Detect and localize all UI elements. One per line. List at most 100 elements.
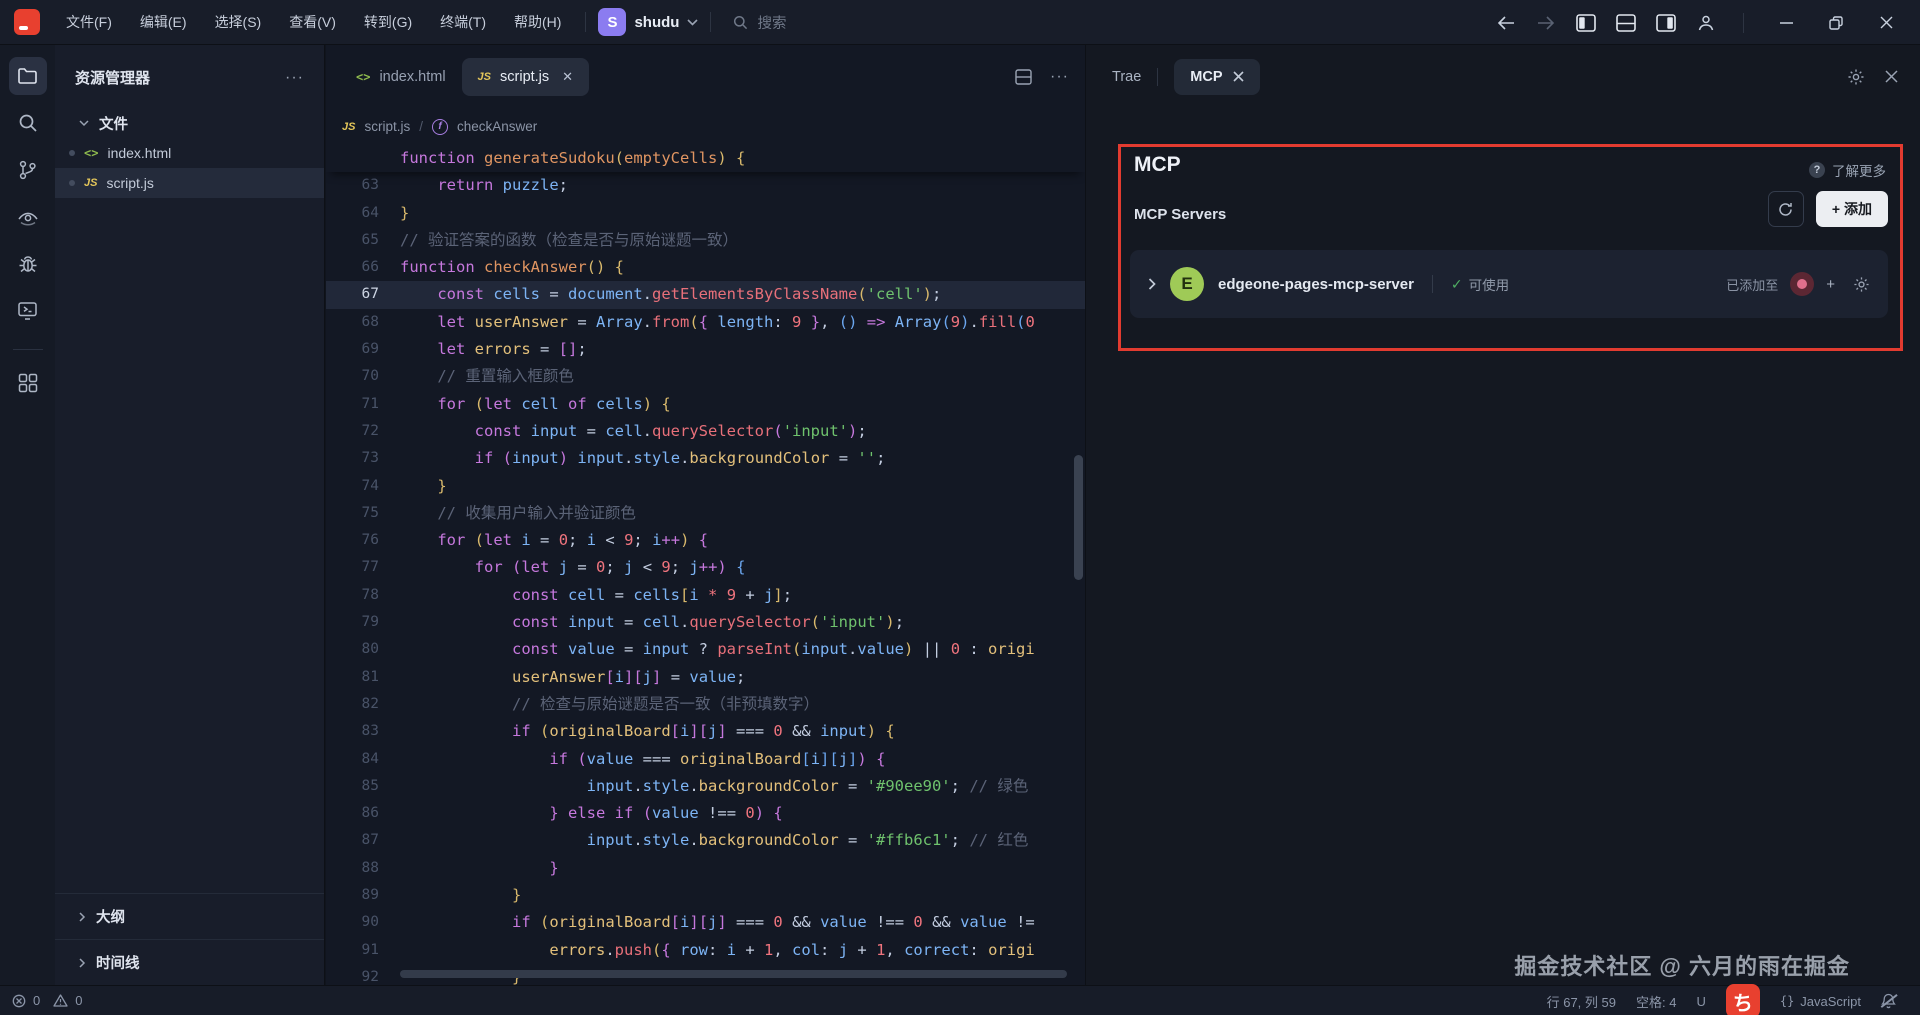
- menu-item-5[interactable]: 终端(T): [428, 7, 498, 37]
- line-number: 74: [326, 473, 400, 500]
- file-item-index.html[interactable]: <>index.html: [55, 138, 324, 168]
- editor-tab-script.js[interactable]: JSscript.js✕: [462, 58, 590, 96]
- menu-item-3[interactable]: 查看(V): [277, 7, 348, 37]
- code-line-71[interactable]: 71 for (let cell of cells) {: [326, 391, 1085, 418]
- app-logo-icon[interactable]: [14, 9, 40, 35]
- code-line-76[interactable]: 76 for (let i = 0; i < 9; i++) {: [326, 527, 1085, 554]
- menu-item-0[interactable]: 文件(F): [54, 7, 124, 37]
- code-line-78[interactable]: 78 const cell = cells[i * 9 + j];: [326, 582, 1085, 609]
- panel-left-icon[interactable]: [1571, 8, 1601, 38]
- code-line-77[interactable]: 77 for (let j = 0; j < 9; j++) {: [326, 554, 1085, 581]
- horizontal-scrollbar[interactable]: [400, 970, 1067, 978]
- editor-tab-index.html[interactable]: <>index.html: [340, 58, 462, 96]
- language-mode[interactable]: {} JavaScript: [1780, 994, 1861, 1009]
- outline-section-header[interactable]: 大纲: [55, 893, 324, 939]
- close-icon[interactable]: [1233, 71, 1244, 82]
- panel-bottom-icon[interactable]: [1611, 8, 1641, 38]
- add-to-agent-icon[interactable]: +: [1826, 276, 1835, 293]
- code-line-70[interactable]: 70 // 重置输入框颜色: [326, 363, 1085, 390]
- code-line-84[interactable]: 84 if (value === originalBoard[i][j]) {: [326, 746, 1085, 773]
- code-line-72[interactable]: 72 const input = cell.querySelector('inp…: [326, 418, 1085, 445]
- encoding[interactable]: U: [1696, 994, 1705, 1009]
- breadcrumb-symbol[interactable]: checkAnswer: [457, 119, 537, 134]
- split-editor-icon[interactable]: [1015, 69, 1032, 85]
- forward-arrow-icon[interactable]: [1531, 8, 1561, 38]
- close-icon[interactable]: ✕: [562, 69, 573, 85]
- project-switcher[interactable]: S shudu: [598, 8, 698, 36]
- breadcrumb-file[interactable]: script.js: [364, 119, 410, 134]
- learn-more-link[interactable]: ? 了解更多: [1809, 160, 1886, 180]
- tab-mcp[interactable]: MCP: [1174, 59, 1259, 95]
- code-text: return puzzle;: [400, 172, 568, 199]
- panel-right-icon[interactable]: [1651, 8, 1681, 38]
- server-gear-icon[interactable]: [1853, 276, 1870, 293]
- global-search[interactable]: 搜索: [733, 12, 786, 33]
- sticky-code-line[interactable]: function generateSudoku(emptyCells) {: [326, 145, 1085, 172]
- cursor-position[interactable]: 行 67, 列 59: [1547, 992, 1616, 1011]
- close-panel-icon[interactable]: [1885, 70, 1898, 83]
- code-line-64[interactable]: 64}: [326, 200, 1085, 227]
- notifications-bell-icon[interactable]: [1881, 993, 1896, 1009]
- code-line-82[interactable]: 82 // 检查与原始谜题是否一致（非预填数字）: [326, 691, 1085, 718]
- code-area[interactable]: function generateSudoku(emptyCells) {63 …: [326, 145, 1085, 985]
- errors-icon[interactable]: [12, 994, 26, 1008]
- code-line-88[interactable]: 88 }: [326, 855, 1085, 882]
- refresh-button[interactable]: [1768, 191, 1804, 227]
- terminal-monitor-icon[interactable]: [9, 292, 47, 330]
- file-item-script.js[interactable]: JSscript.js: [55, 168, 324, 198]
- code-line-81[interactable]: 81 userAnswer[i][j] = value;: [326, 664, 1085, 691]
- expand-chevron-icon[interactable]: [1148, 278, 1156, 290]
- preview-eye-icon[interactable]: [9, 198, 47, 236]
- mcp-server-row[interactable]: E edgeone-pages-mcp-server ✓ 可使用 已添加至 +: [1130, 250, 1888, 318]
- code-line-86[interactable]: 86 } else if (value !== 0) {: [326, 800, 1085, 827]
- indentation[interactable]: 空格: 4: [1636, 992, 1676, 1011]
- code-line-91[interactable]: 91 errors.push({ row: i + 1, col: j + 1,…: [326, 937, 1085, 964]
- modified-dot: [69, 180, 75, 186]
- code-line-85[interactable]: 85 input.style.backgroundColor = '#90ee9…: [326, 773, 1085, 800]
- menu-item-2[interactable]: 选择(S): [203, 7, 274, 37]
- files-section-header[interactable]: 文件: [55, 108, 324, 138]
- menu-item-4[interactable]: 转到(G): [352, 7, 424, 37]
- tab-trae[interactable]: Trae: [1112, 69, 1141, 85]
- account-icon[interactable]: [1691, 8, 1721, 38]
- code-line-75[interactable]: 75 // 收集用户输入并验证颜色: [326, 500, 1085, 527]
- menu-item-6[interactable]: 帮助(H): [502, 7, 573, 37]
- source-control-icon[interactable]: [9, 151, 47, 189]
- code-line-65[interactable]: 65// 验证答案的函数（检查是否与原始谜题一致）: [326, 227, 1085, 254]
- minimize-button[interactable]: [1766, 8, 1806, 38]
- code-line-63[interactable]: 63 return puzzle;: [326, 172, 1085, 199]
- code-line-83[interactable]: 83 if (originalBoard[i][j] === 0 && inpu…: [326, 718, 1085, 745]
- code-line-79[interactable]: 79 const input = cell.querySelector('inp…: [326, 609, 1085, 636]
- back-arrow-icon[interactable]: [1491, 8, 1521, 38]
- close-button[interactable]: [1866, 8, 1906, 38]
- code-text: if (input) input.style.backgroundColor =…: [400, 445, 885, 472]
- code-line-66[interactable]: 66function checkAnswer() {: [326, 254, 1085, 281]
- editor-more-icon[interactable]: ···: [1050, 68, 1069, 86]
- timeline-section-header[interactable]: 时间线: [55, 939, 324, 985]
- agent-avatar[interactable]: [1790, 272, 1814, 296]
- code-line-74[interactable]: 74 }: [326, 473, 1085, 500]
- code-line-89[interactable]: 89 }: [326, 882, 1085, 909]
- menu-item-1[interactable]: 编辑(E): [128, 7, 199, 37]
- explorer-more-icon[interactable]: ···: [285, 69, 304, 87]
- code-text: const value = input ? parseInt(input.val…: [400, 636, 1035, 663]
- restore-button[interactable]: [1816, 8, 1856, 38]
- code-line-68[interactable]: 68 let userAnswer = Array.from({ length:…: [326, 309, 1085, 336]
- warnings-icon[interactable]: [53, 994, 68, 1007]
- code-line-90[interactable]: 90 if (originalBoard[i][j] === 0 && valu…: [326, 909, 1085, 936]
- code-line-67[interactable]: 67 const cells = document.getElementsByC…: [326, 281, 1085, 308]
- line-number: 67: [326, 281, 400, 308]
- code-line-87[interactable]: 87 input.style.backgroundColor = '#ffb6c…: [326, 827, 1085, 854]
- gear-icon[interactable]: [1847, 68, 1865, 86]
- explorer-folder-icon[interactable]: [9, 57, 47, 95]
- add-server-button[interactable]: + 添加: [1816, 191, 1888, 227]
- debug-bug-icon[interactable]: [9, 245, 47, 283]
- extensions-grid-icon[interactable]: [9, 364, 47, 402]
- vertical-scrollbar[interactable]: [1074, 455, 1083, 580]
- project-badge: S: [598, 8, 626, 36]
- code-line-69[interactable]: 69 let errors = [];: [326, 336, 1085, 363]
- search-icon[interactable]: [9, 104, 47, 142]
- code-line-73[interactable]: 73 if (input) input.style.backgroundColo…: [326, 445, 1085, 472]
- code-line-80[interactable]: 80 const value = input ? parseInt(input.…: [326, 636, 1085, 663]
- line-number: 88: [326, 855, 400, 882]
